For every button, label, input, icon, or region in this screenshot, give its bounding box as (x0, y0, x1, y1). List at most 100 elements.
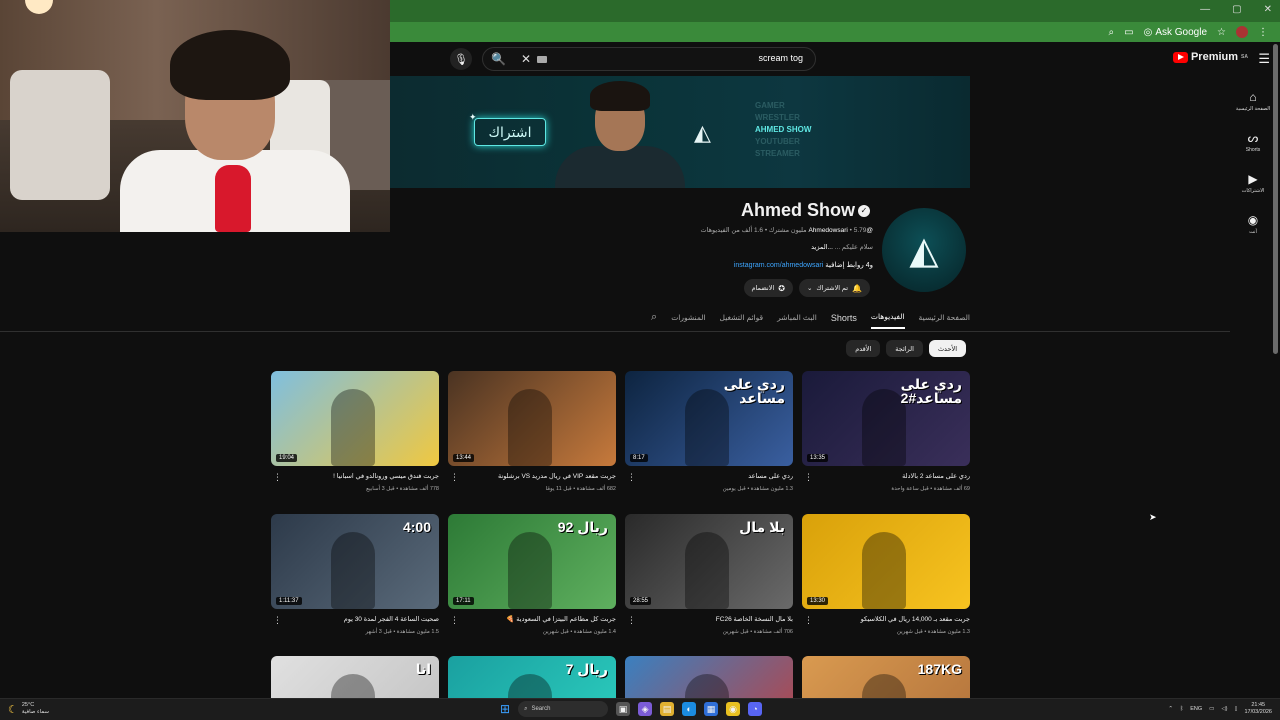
video-card[interactable]: 92 ريال 17:11 جربت كل مطاعم البيتزا في الس… (448, 514, 616, 635)
keyboard-icon[interactable] (537, 56, 547, 63)
hamburger-menu-icon[interactable]: ☰ (1258, 51, 1270, 67)
taskbar-search-label: Search (531, 706, 551, 712)
video-menu-icon[interactable]: ⋮ (450, 615, 459, 626)
taskbar-search[interactable]: ⌕ Search (518, 701, 609, 717)
video-menu-icon[interactable]: ⋮ (273, 615, 282, 626)
clock[interactable]: 21:45 17/03/2026 (1244, 702, 1272, 716)
ask-google-button[interactable]: ◎ Ask Google (1144, 27, 1207, 38)
language-indicator[interactable]: ENG (1190, 706, 1202, 712)
clear-search-icon[interactable]: ✕ (521, 52, 531, 66)
zoom-icon[interactable]: ⌕ (1109, 27, 1115, 38)
video-title[interactable]: جربت مقعد VIP في ريال مدريد VS برشلونة (456, 472, 616, 480)
video-thumbnail[interactable]: 13:44 (448, 371, 616, 466)
tab-home[interactable]: الصفحة الرئيسية (919, 313, 970, 328)
video-card[interactable]: 19:04 جربت فندق ميسي ورونالدو في اسبانيا … (271, 371, 439, 492)
tab-videos[interactable]: الفيديوهات (870, 312, 905, 329)
channel-video-count: 1.6 ألف من الفيديوهات (700, 227, 764, 234)
copilot-icon[interactable]: ◈ (638, 702, 653, 716)
browser-menu-icon[interactable]: ⋮ (1258, 27, 1268, 38)
edge-icon[interactable]: ◐ (682, 702, 697, 716)
banner-roles: GAMER WRESTLER AHMED SHOW YOUTUBER STREA… (755, 100, 811, 160)
chrome-icon[interactable]: ◉ (726, 702, 741, 716)
video-menu-icon[interactable]: ⋮ (804, 615, 813, 626)
video-title[interactable]: بلا مال النسخة الخاصة FC26 (633, 615, 793, 623)
channel-avatar[interactable]: ◭ (882, 208, 966, 292)
search-box[interactable]: 🔍 ✕ scream tog (482, 47, 816, 71)
video-title[interactable]: جربت مقعد بـ 14,000 ريال في الكلاسيكو (810, 615, 970, 623)
moon-icon: ☾ (8, 703, 18, 716)
volume-icon[interactable]: ◁) (1221, 706, 1227, 712)
tab-posts[interactable]: المنشورات (671, 313, 705, 328)
channel-description[interactable]: سلام عليكم ... ...المزيد (811, 243, 873, 251)
video-title[interactable]: جربت فندق ميسي ورونالدو في اسبانيا ! (279, 472, 439, 480)
chip-popular[interactable]: الرائجة (886, 340, 923, 357)
chip-latest[interactable]: الأحدث (928, 340, 966, 357)
video-menu-icon[interactable]: ⋮ (627, 615, 636, 626)
video-thumbnail[interactable]: 13:30 (802, 514, 970, 609)
system-tray: ⌃ ᛒ ENG ▭ ◁) ▯ 21:45 17/03/2026 (1168, 702, 1272, 716)
channel-name-text: Ahmed Show (740, 200, 855, 220)
video-menu-icon[interactable]: ⋮ (273, 472, 282, 483)
page-scrollbar[interactable] (1273, 44, 1278, 354)
video-title[interactable]: صحيت الساعة 4 الفجر لمدة 30 يوم (279, 615, 439, 623)
battery-icon[interactable]: ▯ (1234, 706, 1237, 712)
windows-start-icon[interactable]: ⊞ (500, 702, 510, 716)
close-button[interactable]: ✕ (1264, 4, 1272, 15)
video-title[interactable]: جربت كل مطاعم البيتزا في السعودية 🍕 (456, 615, 616, 623)
tab-live[interactable]: البث المباشر (777, 313, 817, 328)
video-title[interactable]: ردي على مساعد (633, 472, 793, 480)
store-icon[interactable]: ▦ (704, 702, 719, 716)
video-card[interactable]: بلا مال 28:55 بلا مال النسخة الخاصة FC26 70… (625, 514, 793, 635)
chip-oldest[interactable]: الأقدم (846, 340, 881, 357)
video-title[interactable]: ردي على مساعد 2 بالادلة (810, 472, 970, 480)
weather-widget[interactable]: ☾ 25°C سماء صافية (8, 702, 49, 716)
more-link[interactable]: ...المزيد (811, 244, 833, 251)
youtube-premium-logo[interactable]: Premium SA (1172, 51, 1248, 63)
tab-playlists[interactable]: قوائم التشغيل (720, 313, 764, 328)
weather-desc: سماء صافية (21, 709, 50, 715)
instagram-link[interactable]: instagram.com/ahmedowsari (734, 262, 823, 269)
tabs-divider (0, 331, 1230, 332)
video-card[interactable]: 13:30 جربت مقعد بـ 14,000 ريال في الكلاسي… (802, 514, 970, 635)
video-card[interactable]: 4:00 1:11:37 صحيت الساعة 4 الفجر لمدة 30 ي… (271, 514, 439, 635)
video-card[interactable]: ردي على مساعد#2 13:35 ردي على مساعد 2 بالا… (802, 371, 970, 492)
profile-avatar[interactable] (1236, 26, 1248, 38)
video-card[interactable]: 13:44 جربت مقعد VIP في ريال مدريد VS برشل… (448, 371, 616, 492)
guide-item-home[interactable]: ⌂ الصفحة الرئيسية (1232, 80, 1274, 121)
tray-overflow-icon[interactable]: ⌃ (1168, 706, 1173, 712)
minimize-button[interactable]: — (1200, 4, 1210, 15)
file-explorer-icon[interactable]: ▤ (660, 702, 675, 716)
task-view-icon[interactable]: ▣ (616, 702, 631, 716)
bluetooth-icon[interactable]: ᛒ (1180, 706, 1183, 712)
thumbnail-figure (685, 532, 729, 609)
maximize-button[interactable]: ▢ (1232, 4, 1241, 15)
guide-item-shorts[interactable]: ᔕ Shorts (1232, 121, 1274, 162)
thumbnail-figure (331, 389, 375, 466)
cast-icon[interactable]: ▭ (1124, 27, 1133, 38)
network-icon[interactable]: ▭ (1209, 706, 1214, 712)
join-button[interactable]: الانضمام ✪ (743, 279, 793, 297)
video-menu-icon[interactable]: ⋮ (627, 472, 636, 483)
guide-item-subscriptions[interactable]: ▶ الاشتراكات (1232, 162, 1274, 203)
video-thumbnail[interactable]: ردي على مساعد#2 13:35 (802, 371, 970, 466)
tab-shorts[interactable]: Shorts (831, 313, 857, 329)
discord-icon[interactable]: ◔ (748, 702, 763, 716)
video-card[interactable]: ردي على مساعد 8:17 ردي على مساعد 1.3 مليون … (625, 371, 793, 492)
video-thumbnail[interactable]: ردي على مساعد 8:17 (625, 371, 793, 466)
video-thumbnail[interactable]: 92 ريال 17:11 (448, 514, 616, 609)
video-thumbnail[interactable]: بلا مال 28:55 (625, 514, 793, 609)
subscribed-button[interactable]: ⌄ تم الاشتراك 🔔 (798, 279, 870, 297)
guide-item-you[interactable]: ◉ أنت (1232, 203, 1274, 244)
video-thumbnail[interactable]: 4:00 1:11:37 (271, 514, 439, 609)
video-thumbnail[interactable]: 19:04 (271, 371, 439, 466)
video-menu-icon[interactable]: ⋮ (450, 472, 459, 483)
voice-search-button[interactable]: 🎙 (450, 48, 472, 70)
extra-links[interactable]: و4 روابط إضافية (825, 262, 873, 269)
channel-search-icon[interactable]: ⌕ (651, 311, 657, 330)
search-input[interactable]: scream tog (758, 53, 803, 63)
video-meta: 69 ألف مشاهدة • قبل ساعة واحدة (891, 486, 970, 492)
bookmark-star-icon[interactable]: ☆ (1217, 27, 1226, 38)
thumbnail-figure (331, 532, 375, 609)
search-icon[interactable]: 🔍 (491, 52, 506, 66)
video-menu-icon[interactable]: ⋮ (804, 472, 813, 483)
